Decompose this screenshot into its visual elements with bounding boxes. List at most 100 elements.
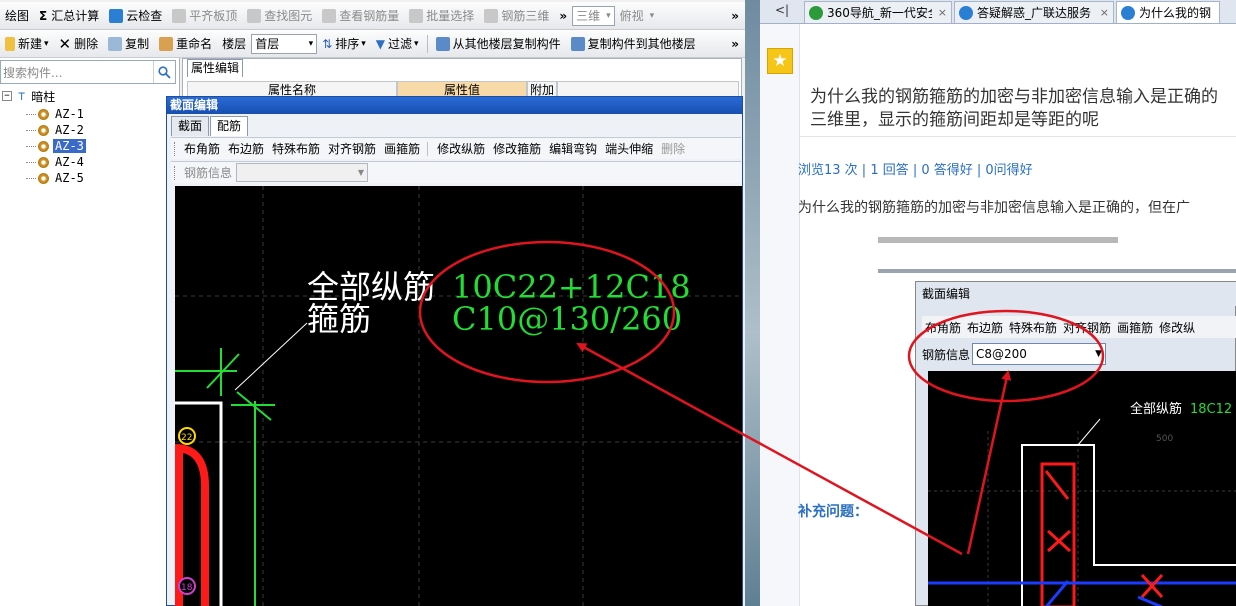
draw-button[interactable]: 绘图 [0,4,34,28]
tree-item-az-2[interactable]: AZ-2 [26,122,86,138]
stirrup-value: C10@130/260 [452,300,682,338]
floor-select[interactable]: 首层 ▾ [251,33,318,54]
stirrup-label: 箍筋 [307,300,371,338]
tree-branch-line [26,177,36,179]
tree-item-az-4[interactable]: AZ-4 [26,154,86,170]
tool-edit-longitudinal[interactable]: 修改纵筋 [433,140,489,157]
tab-favicon-icon [809,5,823,20]
copy-button[interactable]: 复制 [103,32,154,56]
rebar-3d-button[interactable]: 钢筋三维 [479,4,554,28]
view-mode-select[interactable]: 三维 ▾ [572,5,615,26]
embedded-stirrup-ties [1044,470,1072,553]
embedded-screenshot-window: 截面编辑 布角筋 布边筋 特殊布筋 对齐钢筋 画箍筋 修改纵 钢筋信息 C8@2… [915,281,1236,606]
tool-align-bars[interactable]: 对齐钢筋 [324,140,380,157]
tree-root-hidden-column[interactable]: − ⊤ 暗柱 [2,88,57,104]
align-slab-top-button[interactable]: 平齐板顶 [167,4,242,28]
tool-end-stretch[interactable]: 端头伸缩 [601,140,657,157]
component-gear-icon [38,140,49,152]
tab-section[interactable]: 截面 [171,116,210,136]
close-tab-icon[interactable]: × [938,6,947,19]
tree-item-az-1[interactable]: AZ-1 [26,106,86,122]
embedded-rebar-info: 钢筋信息 C8@200 ▼ [922,342,1107,366]
delete-button[interactable]: ✕ 删除 [54,32,104,56]
view-rebar-label: 查看钢筋量 [339,9,400,23]
embedded-tool-2: 布边筋 [967,320,1004,335]
sort-label: 排序 [335,37,360,51]
tree-item-az-3[interactable]: AZ-3 [26,138,86,154]
cloud-check-button[interactable]: 云检查 [104,4,167,28]
embedded-window-title: 截面编辑 [916,282,1236,306]
question-title: 为什么我的钢筋箍筋的加密与非加密信息输入是正确的 三维里，显示的箍筋间距却是等距… [810,86,1236,132]
section-edit-title-bar[interactable]: 截面编辑 [167,97,742,114]
close-tab-icon[interactable]: × [1100,6,1109,19]
embedded-tool-1: 布角筋 [925,320,962,335]
tool-edit-stirrup[interactable]: 修改箍筋 [489,140,545,157]
binoculars-icon [247,8,262,23]
filter-funnel-icon: ⊤ [18,89,26,103]
question-title-line-2: 三维里，显示的箍筋间距却是等距的呢 [810,110,1099,130]
filter-button[interactable]: ▼ 过滤 ▾ [371,32,424,56]
browser-tab-3[interactable]: 为什么我的钢 [1116,1,1220,23]
question-stats[interactable]: 浏览13 次 | 1 回答 | 0 答得好 | 0问得好 [798,159,1033,178]
supplement-question-label: 补充问题： [798,504,868,520]
copy-to-floor-button[interactable]: 复制构件到其他楼层 [566,32,701,56]
copy-from-floor-button[interactable]: 从其他楼层复制构件 [431,32,566,56]
embedded-cropped-toolbar [878,237,1118,243]
tool-corner-bars[interactable]: 布角筋 [180,140,224,157]
tool-delete[interactable]: 删除 [657,140,689,157]
tab-reinforcement[interactable]: 配筋 [210,116,249,136]
rebar-info-label: 钢筋信息 [184,166,233,180]
tool-draw-stirrup[interactable]: 画箍筋 [380,140,424,157]
view-mode-value: 三维 [576,9,601,23]
chevron-down-icon: ▾ [308,38,314,49]
favorite-star-icon[interactable]: ★ [767,48,793,74]
view-rebar-quantity-button[interactable]: 查看钢筋量 [317,4,404,28]
view-direction-select[interactable]: 俯视 ▾ [615,4,660,28]
embedded-image-top-strip [878,237,1236,273]
cloud-check-icon [109,8,124,23]
toolbar-separator [427,141,430,156]
copy-from-floor-label: 从其他楼层复制构件 [452,37,561,51]
section-drawing-svg: 全部纵筋 10C22+12C18 箍筋 C10@130/260 22 18 [175,186,742,606]
toolbar-separator [426,34,428,53]
tree-item-az-5[interactable]: AZ-5 [26,170,86,186]
browser-tab-1[interactable]: 360导航_新一代安全上 × [804,1,952,23]
chevron-down-icon: ▾ [606,10,611,21]
browser-window: <| 360导航_新一代安全上 × 答疑解惑_广联达服务 × 为什么我的钢 ★ 为什么我… [760,0,1236,606]
sort-button[interactable]: ⇅ 排序 ▾ [317,32,371,56]
component-tree-panel: 搜索构件... − ⊤ 暗柱 AZ-1 AZ-2 AZ-3 AZ-4 AZ-5 [0,58,180,606]
rebar-info-select[interactable]: ▼ [236,163,369,182]
rebar-badge-18-text: 18 [181,583,193,593]
component-search-input[interactable]: 搜索构件... [0,60,176,84]
find-element-button[interactable]: 查找图元 [242,4,317,28]
glasses-icon [322,8,337,23]
copy-to-floor-label: 复制构件到其他楼层 [587,37,696,51]
embedded-tool-3: 特殊布筋 [1009,320,1058,335]
embedded-rebar-info-label: 钢筋信息 [922,347,971,362]
search-icon[interactable] [153,61,175,83]
new-icon [5,36,15,51]
tool-special-bars[interactable]: 特殊布筋 [268,140,324,157]
tool-edge-bars[interactable]: 布边筋 [224,140,268,157]
tab-scroll-back-button[interactable]: <| [760,0,804,23]
toolbar-overflow-2[interactable]: » [725,9,745,23]
toolbar-overflow-1[interactable]: » [554,4,572,28]
batch-select-button[interactable]: 批量选择 [404,4,479,28]
toolbar-overflow-3[interactable]: » [725,37,745,51]
tab-title: 为什么我的钢 [1139,6,1212,20]
tab-property-edit[interactable]: 属性编辑 [187,59,243,77]
view-direction-value: 俯视 [619,9,644,23]
rename-button[interactable]: 重命名 [154,32,217,56]
embedded-canvas-label: 全部纵筋 [1130,401,1182,417]
chevron-down-icon: ▾ [414,38,419,49]
title-divider [800,136,1236,137]
collapse-icon[interactable]: − [2,91,12,101]
browser-tab-2[interactable]: 答疑解惑_广联达服务 × [954,1,1114,23]
question-title-line-1: 为什么我的钢筋箍筋的加密与非加密信息输入是正确的 [810,87,1218,107]
tool-edit-hook[interactable]: 编辑弯钩 [545,140,601,157]
new-button[interactable]: 新建 ▾ [0,32,54,56]
section-edit-window: 截面编辑 截面 配筋 布角筋 布边筋 特殊布筋 对齐钢筋 画箍筋 修改纵筋 修改… [166,96,743,606]
sum-calc-button[interactable]: Σ 汇总计算 [34,4,104,28]
section-drawing-canvas[interactable]: 全部纵筋 10C22+12C18 箍筋 C10@130/260 22 18 [175,186,742,606]
reinforcement-toolbar: 布角筋 布边筋 特殊布筋 对齐钢筋 画箍筋 修改纵筋 修改箍筋 编辑弯钩 端头伸… [171,137,741,159]
